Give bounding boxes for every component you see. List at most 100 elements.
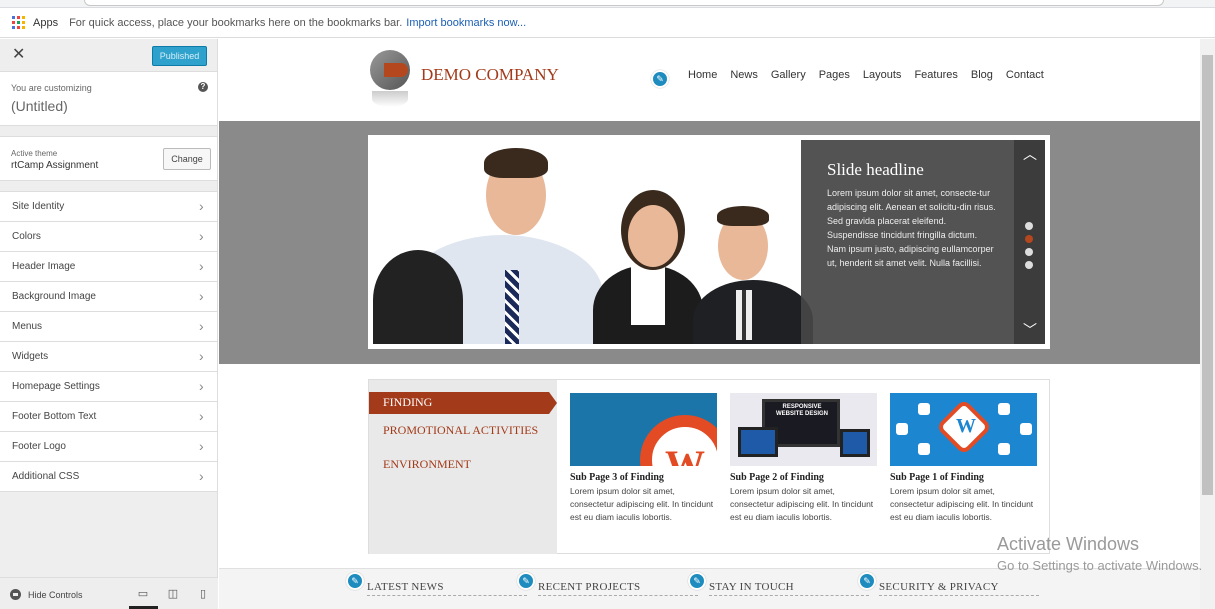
- hide-controls-icon[interactable]: [10, 589, 21, 600]
- sub-page-card[interactable]: RESPONSIVE WEBSITE DESIGN Sub Page 2 of …: [730, 393, 877, 524]
- laptop-icon: [840, 429, 870, 457]
- slide-caption: Slide headline Lorem ipsum dolor sit ame…: [801, 140, 1014, 344]
- sub-page-card[interactable]: W Sub Page 1 of Finding Lorem ipsum dolo…: [890, 393, 1037, 524]
- mobile-preview-icon[interactable]: ▯: [196, 587, 210, 601]
- tab-environment[interactable]: ENVIRONMENT: [369, 448, 557, 482]
- hide-controls-button[interactable]: Hide Controls: [28, 590, 83, 600]
- customizer-menu: Site Identity › Colors › Header Image › Bac…: [0, 191, 217, 492]
- tie-figure: [505, 270, 519, 344]
- card-title[interactable]: Sub Page 3 of Finding: [570, 472, 717, 483]
- chevron-up-icon[interactable]: ︿: [1023, 144, 1037, 164]
- menu-item-additional-css[interactable]: Additional CSS ›: [0, 462, 217, 492]
- menu-item-widgets[interactable]: Widgets ›: [0, 342, 217, 372]
- site-header: DEMO COMPANY ✎ Home News Gallery Pages L…: [219, 39, 1200, 121]
- activate-windows-watermark: Activate Windows: [997, 534, 1140, 554]
- menu-item-label: Background Image: [12, 291, 96, 302]
- tablet-preview-icon[interactable]: ◫: [166, 587, 180, 601]
- help-icon[interactable]: ?: [198, 82, 208, 92]
- company-logo-icon[interactable]: [370, 50, 410, 90]
- shirt-figure: [631, 265, 665, 325]
- person-hair: [484, 148, 548, 178]
- preview-scrollbar[interactable]: [1200, 39, 1215, 609]
- change-theme-button[interactable]: Change: [163, 148, 211, 170]
- active-theme-panel: Active theme rtCamp Assignment Change: [0, 136, 217, 181]
- menu-item-label: Additional CSS: [12, 471, 80, 482]
- footer-heading: RECENT PROJECTS: [538, 581, 698, 596]
- active-theme-name: rtCamp Assignment: [11, 160, 99, 171]
- chevron-right-icon: ›: [199, 378, 204, 394]
- menu-item-footer-logo[interactable]: Footer Logo ›: [0, 432, 217, 462]
- main-nav: Home News Gallery Pages Layouts Features…: [688, 69, 1044, 81]
- edit-pencil-icon[interactable]: ✎: [346, 572, 364, 590]
- apps-grid-icon[interactable]: [12, 16, 25, 29]
- edit-pencil-icon[interactable]: ✎: [651, 70, 669, 88]
- slide-headline: Slide headline: [827, 160, 924, 179]
- menu-item-site-identity[interactable]: Site Identity ›: [0, 192, 217, 222]
- slider-dot[interactable]: [1025, 248, 1033, 256]
- menu-item-label: Footer Bottom Text: [12, 411, 97, 422]
- edit-pencil-icon[interactable]: ✎: [517, 572, 535, 590]
- footer-heading: LATEST NEWS: [367, 581, 527, 596]
- person-head: [628, 205, 678, 267]
- nav-blog[interactable]: Blog: [971, 69, 993, 81]
- slider-dot[interactable]: [1025, 261, 1033, 269]
- company-name[interactable]: DEMO COMPANY: [421, 65, 559, 85]
- menu-item-footer-bottom-text[interactable]: Footer Bottom Text ›: [0, 402, 217, 432]
- menu-item-colors[interactable]: Colors ›: [0, 222, 217, 252]
- footer-heading: SECURITY & PRIVACY: [879, 581, 1039, 596]
- menu-item-menus[interactable]: Menus ›: [0, 312, 217, 342]
- scrollbar-thumb[interactable]: [1202, 55, 1213, 495]
- card-text: Lorem ipsum dolor sit amet, consectetur …: [570, 486, 714, 522]
- sub-page-card[interactable]: W Sub Page 3 of Finding Lorem ipsum dolo…: [570, 393, 717, 524]
- active-theme-label: Active theme: [11, 149, 58, 158]
- customizing-label: You are customizing: [11, 83, 92, 93]
- customizer-sidebar: ✕ Published You are customizing (Untitle…: [0, 39, 218, 609]
- slider-dot-active[interactable]: [1025, 235, 1033, 243]
- card-thumbnail: W: [570, 393, 717, 466]
- image-slider: Slide headline Lorem ipsum dolor sit ame…: [368, 135, 1050, 349]
- edit-pencil-icon[interactable]: ✎: [858, 572, 876, 590]
- nav-features[interactable]: Features: [914, 69, 957, 81]
- menu-item-label: Site Identity: [12, 201, 65, 212]
- customizing-info: You are customizing (Untitled) ?: [0, 72, 217, 126]
- chevron-right-icon: ›: [199, 318, 204, 334]
- menu-item-label: Homepage Settings: [12, 381, 100, 392]
- nav-pages[interactable]: Pages: [819, 69, 850, 81]
- menu-item-background-image[interactable]: Background Image ›: [0, 282, 217, 312]
- hero-banner: Slide headline Lorem ipsum dolor sit ame…: [219, 121, 1200, 364]
- slider-dot[interactable]: [1025, 222, 1033, 230]
- network-node-icon: [998, 403, 1010, 415]
- chevron-right-icon: ›: [199, 198, 204, 214]
- card-title[interactable]: Sub Page 2 of Finding: [730, 472, 877, 483]
- card-title[interactable]: Sub Page 1 of Finding: [890, 472, 1037, 483]
- customizer-footer: Hide Controls ▭ ◫ ▯: [0, 577, 218, 609]
- address-bar[interactable]: [84, 0, 1164, 6]
- activate-windows-hint: Go to Settings to activate Windows.: [997, 558, 1203, 573]
- tab-promotional-activities[interactable]: PROMOTIONAL ACTIVITIES: [369, 414, 557, 448]
- tab-finding[interactable]: FINDING: [369, 392, 557, 414]
- nav-home[interactable]: Home: [688, 69, 717, 81]
- apps-link[interactable]: Apps: [33, 17, 58, 29]
- desktop-preview-icon[interactable]: ▭: [136, 587, 150, 601]
- publish-button[interactable]: Published: [152, 46, 207, 66]
- network-node-icon: [918, 443, 930, 455]
- menu-item-label: Header Image: [12, 261, 76, 272]
- nav-layouts[interactable]: Layouts: [863, 69, 902, 81]
- close-icon[interactable]: ✕: [12, 47, 25, 63]
- nav-contact[interactable]: Contact: [1006, 69, 1044, 81]
- footer-heading: STAY IN TOUCH: [709, 581, 869, 596]
- logo-reflection: [372, 91, 408, 107]
- nav-news[interactable]: News: [730, 69, 758, 81]
- person-hair: [717, 206, 769, 226]
- site-preview: DEMO COMPANY ✎ Home News Gallery Pages L…: [219, 39, 1200, 609]
- menu-item-homepage-settings[interactable]: Homepage Settings ›: [0, 372, 217, 402]
- import-bookmarks-link[interactable]: Import bookmarks now...: [406, 17, 526, 29]
- network-node-icon: [918, 403, 930, 415]
- edit-pencil-icon[interactable]: ✎: [688, 572, 706, 590]
- menu-item-header-image[interactable]: Header Image ›: [0, 252, 217, 282]
- tie-figure: [736, 290, 752, 340]
- tablet-icon: [738, 427, 778, 457]
- chevron-down-icon[interactable]: ﹀: [1023, 320, 1037, 340]
- nav-gallery[interactable]: Gallery: [771, 69, 806, 81]
- slider-controls: ︿ ﹀: [1014, 140, 1045, 344]
